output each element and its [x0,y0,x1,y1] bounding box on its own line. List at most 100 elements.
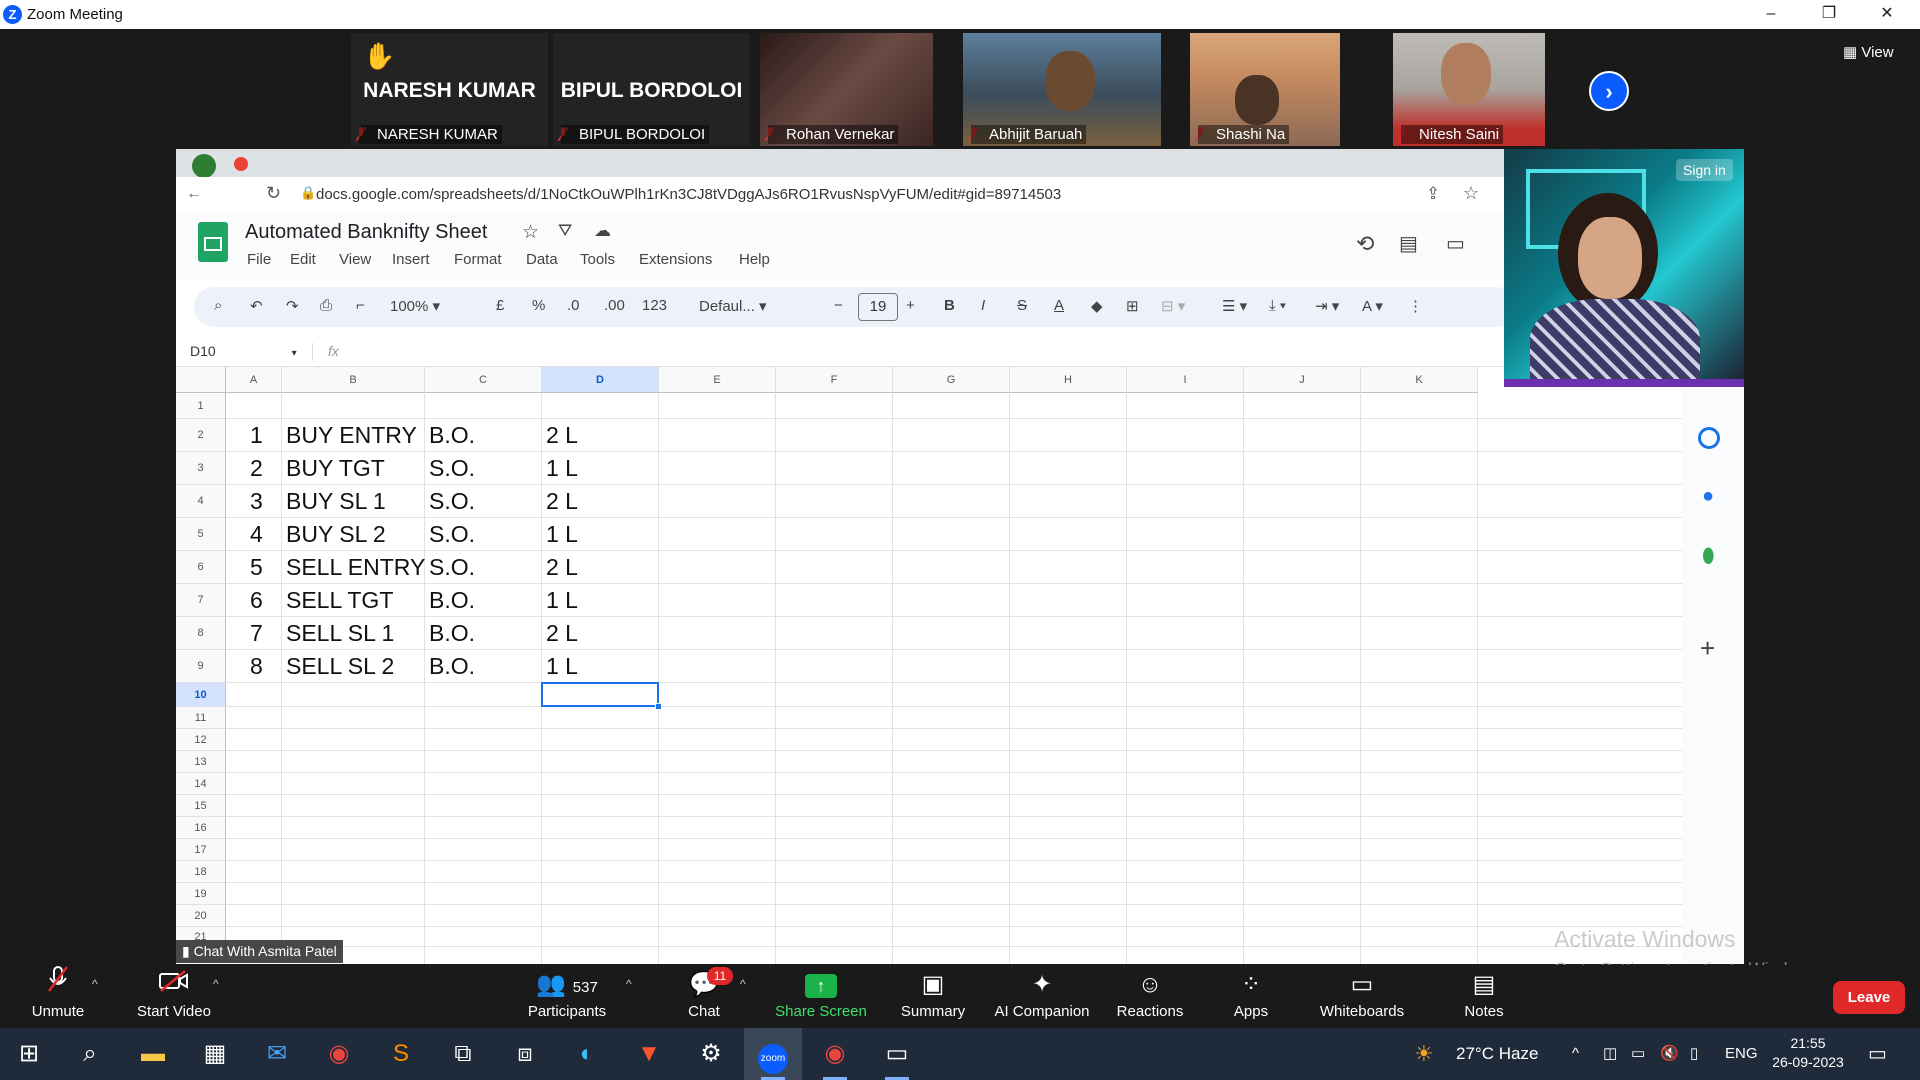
decrease-decimal-button[interactable]: .0 [567,297,580,314]
weather-text[interactable]: 27°C Haze [1456,1028,1538,1080]
cell-d8[interactable]: 2 L [546,620,578,647]
cell-d9[interactable]: 1 L [546,653,578,680]
participant-video-tile[interactable]: Shashi Na [1190,33,1340,146]
cell-d7[interactable]: 1 L [546,587,578,614]
percent-format-button[interactable]: % [532,297,545,314]
cell-c3[interactable]: S.O. [429,455,475,482]
name-box[interactable]: D10 ▾ [190,343,297,359]
zoom-select[interactable]: 100% ▾ [390,297,440,315]
vertical-align-icon[interactable]: ⤓ ▾ [1269,297,1286,314]
row-header[interactable]: 17 [176,839,226,861]
borders-icon[interactable]: ⊞ [1126,297,1139,315]
share-page-icon[interactable]: ⇪ [1426,184,1440,204]
currency-format-button[interactable]: £ [496,297,504,314]
notifications-icon[interactable]: ▭ [1868,1028,1887,1080]
show-hidden-icons-icon[interactable]: ^ [1572,1028,1579,1080]
cell-a4[interactable]: 3 [250,488,263,515]
horizontal-align-icon[interactable]: ☰ ▾ [1222,297,1247,315]
contacts-icon[interactable]: ● [1702,485,1714,508]
start-video-button[interactable]: Start Video [130,965,218,1028]
file-explorer-icon[interactable]: ▬ [124,1028,182,1080]
text-color-button[interactable]: A [1054,297,1064,314]
store-icon[interactable]: ▦ [186,1028,244,1080]
notes-button[interactable]: ▤ Notes [1456,965,1512,1028]
row-header[interactable]: 16 [176,817,226,839]
participant-video-tile[interactable]: Nitesh Saini [1393,33,1545,146]
unmute-button[interactable]: Unmute [22,965,94,1028]
row-header[interactable]: 5 [176,518,226,551]
row-header[interactable]: 9 [176,650,226,683]
menu-format[interactable]: Format [454,251,502,268]
get-add-ons-icon[interactable]: + [1700,633,1715,664]
column-header-d[interactable]: D [542,367,659,393]
minimize-button[interactable]: – [1748,0,1794,29]
cell-a9[interactable]: 8 [250,653,263,680]
weather-icon[interactable]: ☀ [1414,1028,1434,1080]
sign-in-button[interactable]: Sign in [1676,159,1733,181]
cell-d3[interactable]: 1 L [546,455,578,482]
chat-with-label[interactable]: ▮ Chat With Asmita Patel [176,940,343,963]
select-all-corner[interactable] [176,367,226,393]
participants-button[interactable]: 👥 537 Participants [518,965,616,1028]
row-header[interactable]: 13 [176,751,226,773]
mail-icon[interactable]: ✉ [248,1028,306,1080]
row-header[interactable]: 20 [176,905,226,927]
participants-chevron-icon[interactable]: ^ [626,977,632,991]
row-header[interactable]: 8 [176,617,226,650]
column-header-h[interactable]: H [1010,367,1127,393]
row-header[interactable]: 3 [176,452,226,485]
cell-b2[interactable]: BUY ENTRY [286,422,417,449]
cell-a8[interactable]: 7 [250,620,263,647]
menu-help[interactable]: Help [739,251,770,268]
network-icon[interactable]: ▯ [1690,1028,1698,1080]
summary-button[interactable]: ▣ Summary [893,965,973,1028]
menu-insert[interactable]: Insert [392,251,430,268]
text-wrapping-icon[interactable]: ⇥ ▾ [1315,297,1339,315]
print-icon[interactable]: ⎙ [320,297,332,314]
reactions-button[interactable]: ☺ Reactions [1109,965,1191,1028]
cell-c7[interactable]: B.O. [429,587,475,614]
audio-options-chevron-icon[interactable]: ^ [92,977,98,991]
cell-a3[interactable]: 2 [250,455,263,482]
presenter-video[interactable]: Sign in [1504,149,1744,387]
cell-c4[interactable]: S.O. [429,488,475,515]
row-header[interactable]: 11 [176,707,226,729]
cell-d2[interactable]: 2 L [546,422,578,449]
undo-icon[interactable]: ↶ [250,297,263,315]
italic-button[interactable]: I [981,297,985,314]
text-rotation-icon[interactable]: A ▾ [1362,297,1383,315]
cell-d6[interactable]: 2 L [546,554,578,581]
row-header[interactable]: 14 [176,773,226,795]
font-size-increase-button[interactable]: + [906,297,915,314]
strikethrough-button[interactable]: S [1017,297,1027,314]
bookmark-star-icon[interactable]: ☆ [1463,183,1479,204]
column-header-k[interactable]: K [1361,367,1478,393]
font-select[interactable]: Defaul... ▾ [699,297,767,315]
remote-desktop-icon[interactable]: ⧈ [496,1028,554,1080]
column-header-i[interactable]: I [1127,367,1244,393]
version-history-icon[interactable]: ⟲ [1356,231,1374,257]
row-header[interactable]: 15 [176,795,226,817]
chrome-icon[interactable]: ◉ [310,1028,368,1080]
whiteboards-button[interactable]: ▭ Whiteboards [1311,965,1413,1028]
cell-b3[interactable]: BUY TGT [286,455,385,482]
row-header[interactable]: 10 [176,683,226,707]
cell-a5[interactable]: 4 [250,521,263,548]
cell-a6[interactable]: 5 [250,554,263,581]
zoom-app-icon[interactable]: zoom [744,1028,802,1080]
cell-c5[interactable]: S.O. [429,521,475,548]
fill-color-icon[interactable]: ◆ [1091,297,1103,315]
search-menus-icon[interactable]: ⌕ [214,297,222,314]
font-size-decrease-button[interactable]: − [834,297,843,314]
row-header[interactable]: 7 [176,584,226,617]
chat-button[interactable]: 💬 11 Chat [676,965,733,1028]
row-header[interactable]: 4 [176,485,226,518]
redo-icon[interactable]: ↷ [286,297,299,315]
cell-c6[interactable]: S.O. [429,554,475,581]
menu-edit[interactable]: Edit [290,251,316,268]
column-header-b[interactable]: B [282,367,425,393]
terminal-icon[interactable]: ▭ [868,1028,926,1080]
restore-button[interactable]: ❐ [1806,0,1852,29]
participant-video-tile[interactable]: Abhijit Baruah [963,33,1161,146]
increase-decimal-button[interactable]: .00 [604,297,625,314]
